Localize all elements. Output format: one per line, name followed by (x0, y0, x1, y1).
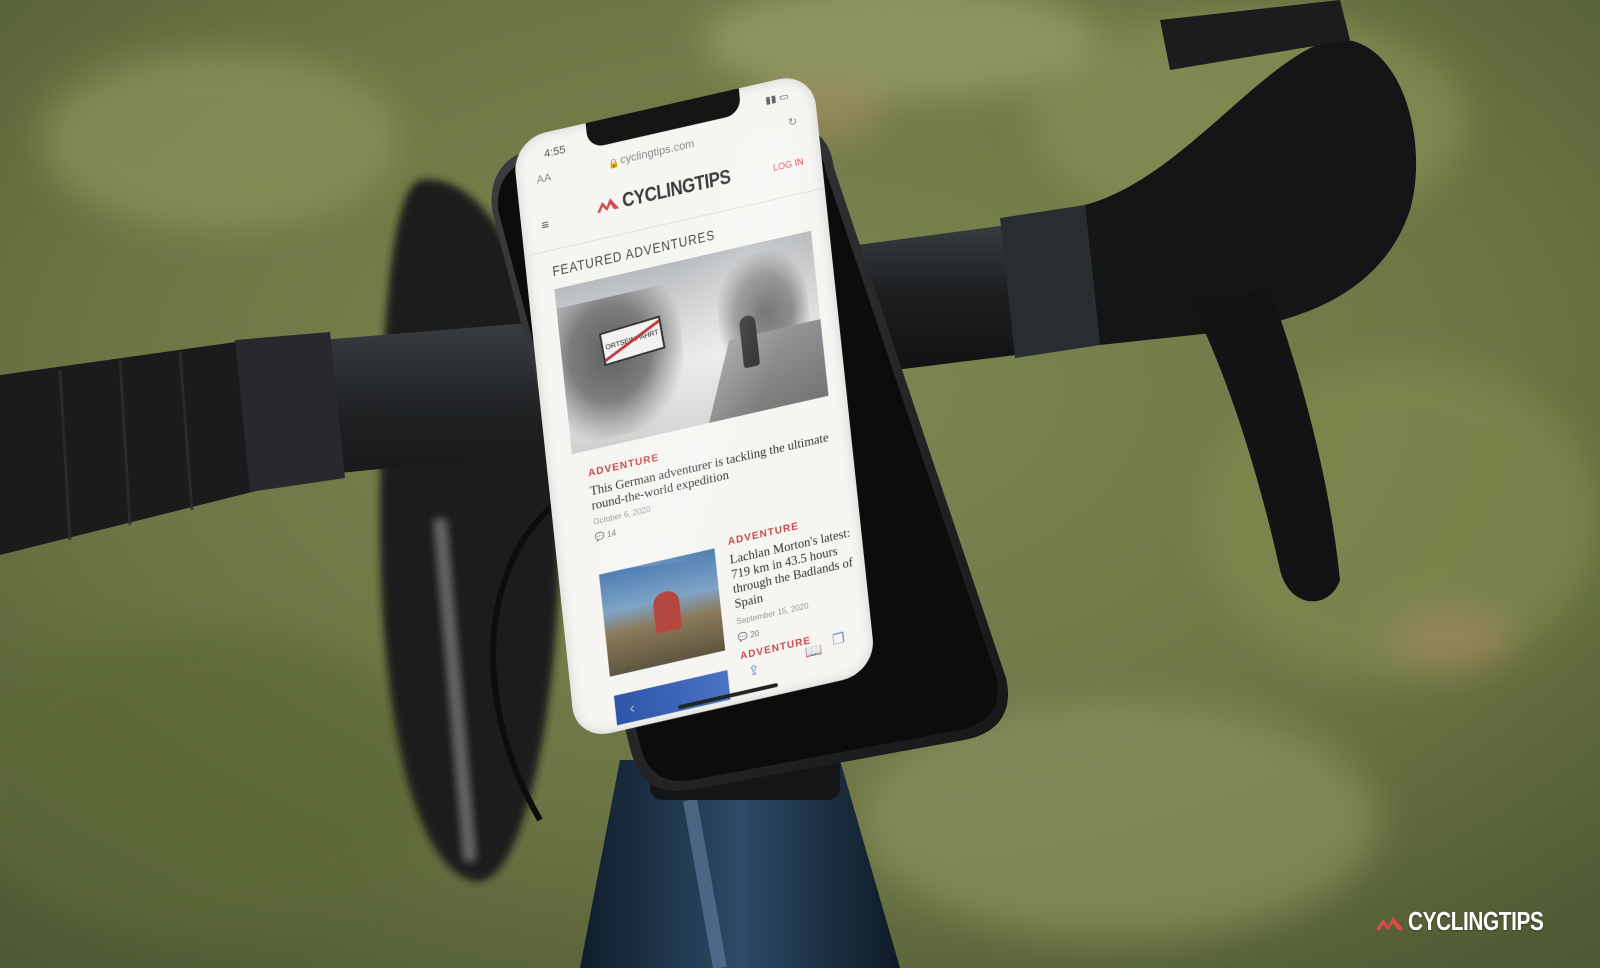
article-comments[interactable]: 💬 14 (595, 529, 617, 543)
photo-scene: 4:55 ▮▮ ▭ AA 🔒 cyclingtips.com ↻ ≡ CYCLI… (0, 0, 1600, 968)
hamburger-icon[interactable]: ≡ (541, 216, 550, 232)
phone-screen: 4:55 ▮▮ ▭ AA 🔒 cyclingtips.com ↻ ≡ CYCLI… (512, 71, 877, 741)
chevron-left-icon[interactable]: ‹ (629, 699, 636, 718)
watermark-text: CYCLINGTIPS (1408, 906, 1544, 936)
book-icon[interactable]: 📖 (804, 641, 823, 662)
bar-clamp-left (235, 332, 345, 492)
article-comments[interactable]: 💬 20 (738, 629, 760, 643)
status-time: 4:55 (543, 144, 567, 161)
watermark-logo-icon (1376, 917, 1404, 930)
site-logo[interactable]: CYCLINGTIPS (621, 165, 731, 213)
article-thumbnail[interactable] (599, 548, 726, 677)
share-icon[interactable]: ⇪ (747, 661, 760, 680)
comment-icon: 💬 (594, 531, 606, 543)
signal-battery-icon: ▮▮ ▭ (764, 91, 790, 108)
reload-icon[interactable]: ↻ (787, 114, 797, 129)
bar-clamp-right (1000, 205, 1100, 358)
login-link[interactable]: LOG IN (773, 156, 804, 173)
lock-icon: 🔒 (607, 156, 620, 170)
comment-count: 14 (606, 528, 617, 540)
text-size-button[interactable]: AA (536, 171, 552, 186)
tabs-icon[interactable]: ❐ (831, 629, 845, 649)
comment-count: 20 (749, 628, 760, 640)
watermark: CYCLINGTIPS (1376, 906, 1586, 936)
comment-icon: 💬 (737, 631, 749, 643)
cyclingtips-logo-icon (597, 198, 620, 214)
